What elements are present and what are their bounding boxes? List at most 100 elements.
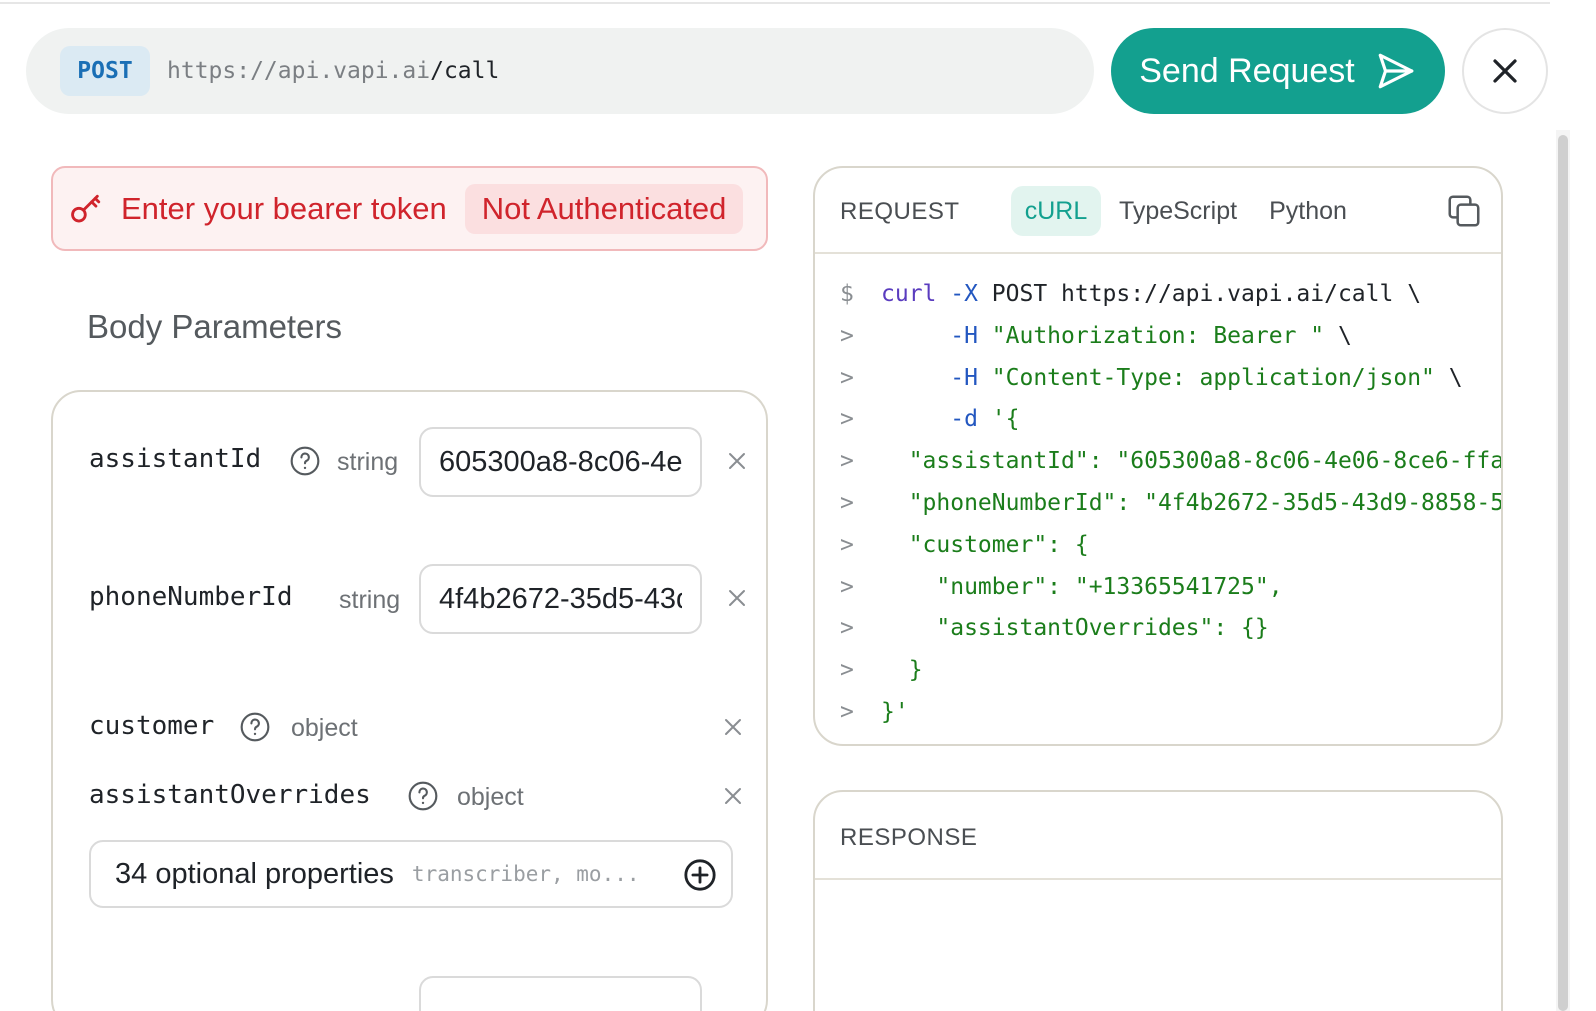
key-icon	[71, 194, 101, 222]
code-prompt: >	[840, 573, 854, 600]
close-icon	[1493, 59, 1517, 83]
response-panel-header: RESPONSE	[815, 792, 1501, 880]
request-panel-label: REQUEST	[840, 198, 960, 225]
code-token: }'	[881, 698, 909, 725]
code-line: > -d '{	[815, 399, 1501, 441]
code-text: -d '{	[881, 399, 1501, 441]
phonenumberid-input[interactable]	[419, 564, 702, 634]
code-token: "customer": {	[881, 531, 1089, 558]
clear-assistantoverrides-icon[interactable]	[723, 786, 743, 806]
code-token: -H	[881, 364, 978, 391]
body-parameters-card: assistantId string phoneNumberId string …	[51, 390, 768, 1011]
copy-icon[interactable]	[1445, 192, 1483, 230]
response-panel: RESPONSE	[813, 790, 1503, 1011]
code-text: "customer": {	[881, 525, 1501, 567]
code-prompt: >	[840, 531, 854, 558]
code-text: }'	[881, 692, 1501, 734]
url-bar[interactable]: POST https://api.vapi.ai/call	[26, 28, 1094, 114]
param-name-customer: customer	[89, 711, 215, 741]
param-name-assistantoverrides: assistantOverrides	[89, 780, 371, 810]
request-panel-header: REQUEST cURL TypeScript Python	[815, 168, 1501, 254]
code-text: "assistantOverrides": {}	[881, 608, 1501, 650]
send-icon	[1378, 53, 1414, 89]
code-token: "assistantOverrides": {}	[881, 615, 1269, 642]
code-prompt: >	[840, 698, 854, 725]
send-request-button[interactable]: Send Request	[1111, 28, 1445, 114]
next-param-input[interactable]	[419, 976, 702, 1011]
code-text: "number": "+13365541725",	[881, 567, 1501, 609]
code-line: > -H "Content-Type: application/json" \	[815, 358, 1501, 400]
http-method-badge: POST	[60, 46, 150, 96]
code-text: "assistantId": "605300a8-8c06-4e06-8ce6-…	[881, 441, 1501, 483]
code-token: }	[881, 657, 923, 684]
code-line: > "assistantId": "605300a8-8c06-4e06-8ce…	[815, 441, 1501, 483]
code-token: POST https://api.vapi.ai/call \	[977, 281, 1422, 307]
request-panel: REQUEST cURL TypeScript Python $ curl -X …	[813, 166, 1503, 746]
code-token: -H	[881, 322, 978, 349]
tab-curl[interactable]: cURL	[1011, 186, 1101, 236]
code-prompt: >	[840, 615, 854, 642]
clear-customer-icon[interactable]	[723, 717, 743, 737]
code-token: "Content-Type: application/json"	[977, 364, 1435, 391]
help-icon[interactable]	[239, 711, 271, 743]
code-text: -H "Content-Type: application/json" \	[881, 358, 1501, 400]
body-parameters-title: Body Parameters	[87, 308, 342, 345]
scrollbar-thumb[interactable]	[1558, 135, 1568, 1011]
response-panel-label: RESPONSE	[840, 824, 978, 851]
code-line: > }	[815, 650, 1501, 692]
optional-properties-label: 34 optional properties	[115, 857, 394, 890]
window-top-edge	[0, 0, 1550, 4]
code-text: "phoneNumberId": "4f4b2672-35d5-43d9-885…	[881, 483, 1501, 525]
code-prompt: >	[840, 406, 854, 433]
code-line: > "customer": {	[815, 525, 1501, 567]
help-icon[interactable]	[407, 780, 439, 812]
code-prompt: >	[840, 322, 854, 349]
curl-code-block: $ curl -X POST https://api.vapi.ai/call \…	[815, 254, 1501, 734]
code-line: > }'	[815, 692, 1501, 734]
param-name-assistantid: assistantId	[89, 444, 262, 474]
code-text: curl -X POST https://api.vapi.ai/call \	[881, 274, 1501, 316]
code-prompt: >	[840, 489, 854, 516]
help-icon[interactable]	[289, 445, 321, 477]
tab-typescript[interactable]: TypeScript	[1113, 186, 1243, 236]
code-token: curl	[881, 281, 937, 307]
code-prompt: >	[840, 364, 854, 391]
close-button[interactable]	[1462, 28, 1548, 114]
clear-assistantid-icon[interactable]	[727, 451, 747, 471]
code-prompt: >	[840, 657, 854, 684]
code-text: }	[881, 650, 1501, 692]
url-base: https://api.vapi.ai	[167, 58, 431, 84]
code-prompt: $	[840, 281, 854, 307]
code-token: \	[1434, 364, 1463, 391]
clear-phonenumberid-icon[interactable]	[727, 588, 747, 608]
code-token: \	[1324, 322, 1352, 349]
assistantid-input[interactable]	[419, 427, 702, 497]
code-token: '{	[977, 406, 1020, 433]
code-text: -H "Authorization: Bearer " \	[881, 316, 1501, 358]
code-line: > "assistantOverrides": {}	[815, 608, 1501, 650]
code-line: > -H "Authorization: Bearer " \	[815, 316, 1501, 358]
optional-properties-selector[interactable]: 34 optional properties transcriber, mo..…	[89, 840, 733, 908]
tab-python[interactable]: Python	[1263, 186, 1353, 236]
request-url: https://api.vapi.ai/call	[167, 58, 499, 84]
add-circle-icon[interactable]	[683, 858, 717, 892]
optional-properties-hint: transcriber, mo...	[411, 862, 640, 886]
auth-banner[interactable]: Enter your bearer token Not Authenticate…	[51, 166, 768, 251]
param-type-assistantid: string	[337, 448, 399, 476]
param-name-phonenumberid: phoneNumberId	[89, 582, 293, 612]
bearer-token-prompt[interactable]: Enter your bearer token	[121, 191, 447, 227]
code-token: -X	[936, 281, 978, 307]
send-request-label: Send Request	[1139, 51, 1355, 90]
code-token: "number": "+13365541725",	[881, 573, 1283, 600]
code-prompt: >	[840, 448, 854, 475]
param-type-assistantoverrides: object	[457, 783, 524, 811]
code-line: > "phoneNumberId": "4f4b2672-35d5-43d9-8…	[815, 483, 1501, 525]
url-path: /call	[430, 58, 500, 84]
code-line: $ curl -X POST https://api.vapi.ai/call \	[815, 274, 1501, 316]
code-token: -d	[881, 406, 978, 433]
auth-status-badge: Not Authenticated	[464, 183, 744, 234]
param-type-phonenumberid: string	[339, 586, 401, 614]
code-line: > "number": "+13365541725",	[815, 567, 1501, 609]
param-type-customer: object	[291, 714, 358, 742]
code-token: "Authorization: Bearer "	[977, 322, 1325, 349]
